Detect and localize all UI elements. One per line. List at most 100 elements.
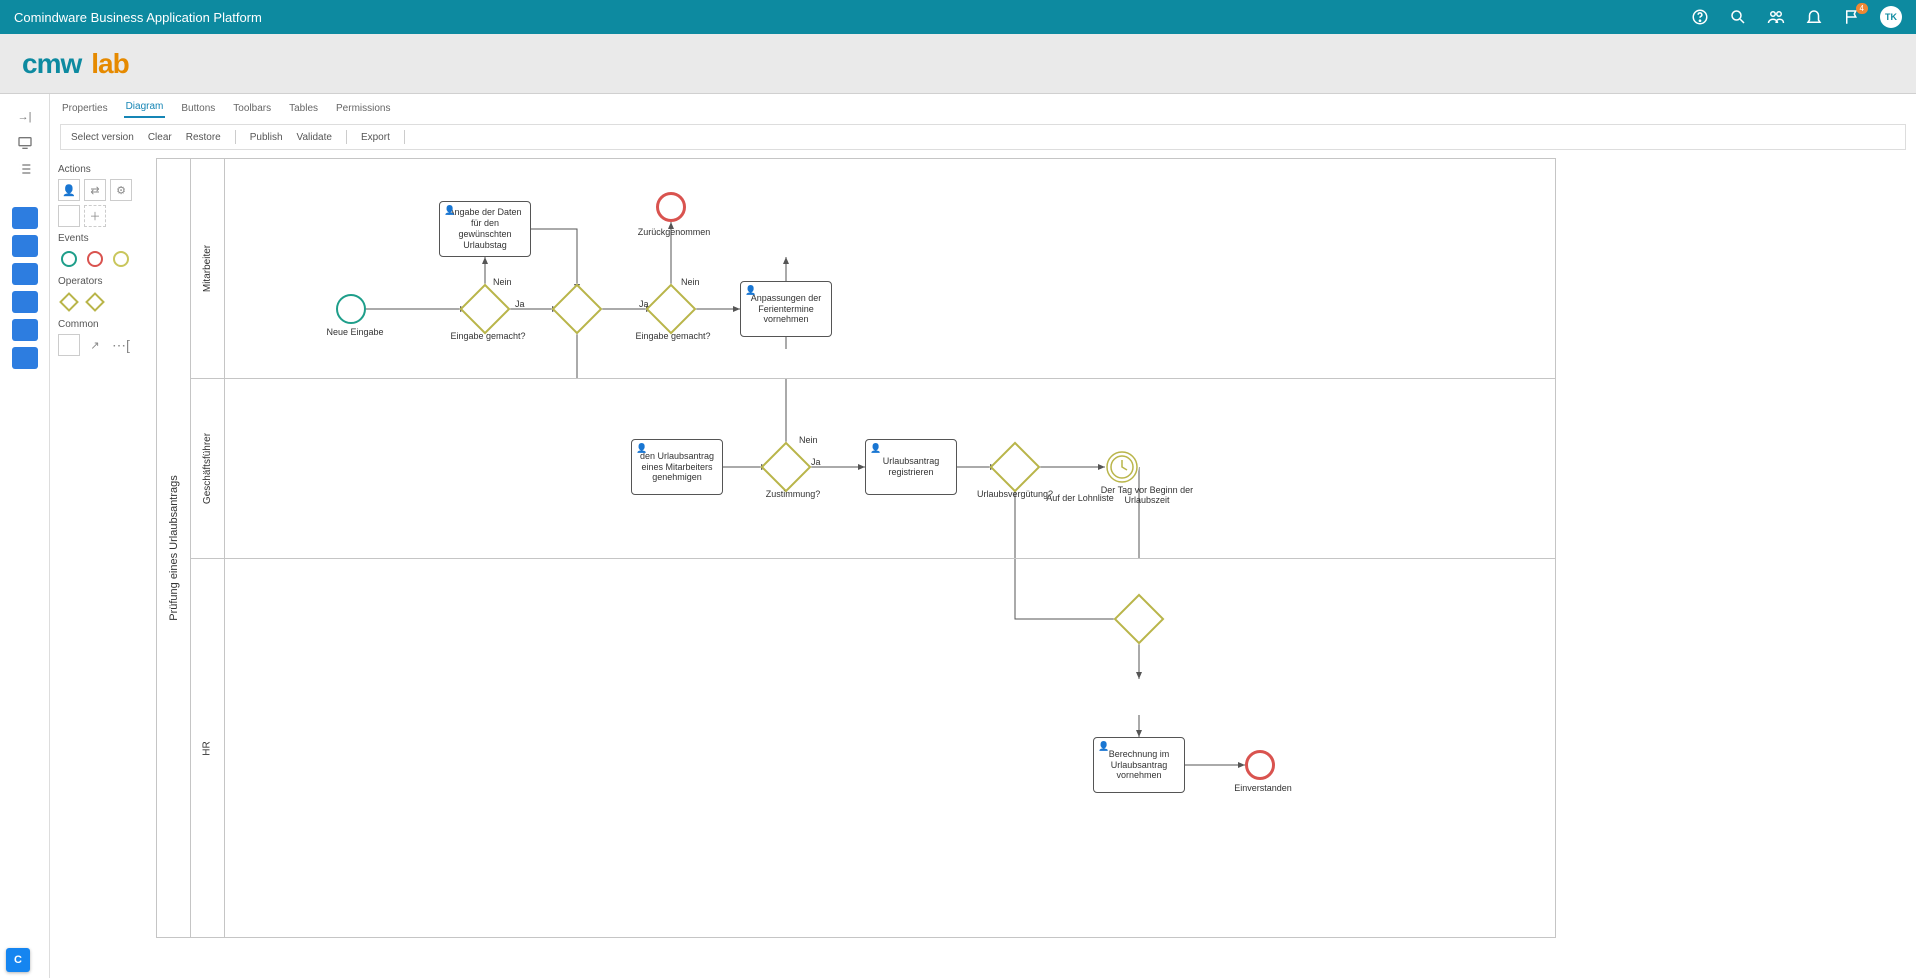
side-btn-1[interactable]	[12, 207, 38, 229]
logo-bar: cmw lab	[0, 34, 1916, 94]
canvas-scroll[interactable]: Prüfung eines Urlaubsantrags Mitarbeiter	[148, 150, 1916, 978]
timer-event[interactable]	[1105, 450, 1139, 484]
app-title: Comindware Business Application Platform	[14, 10, 1690, 25]
collapse-icon[interactable]: →|	[11, 106, 39, 128]
palette-service-task-icon[interactable]: ⚙	[110, 179, 132, 201]
user-icon: 👤	[636, 443, 647, 454]
palette-add-icon[interactable]: ＋	[84, 205, 106, 227]
user-icon: 👤	[745, 285, 756, 296]
flag-icon[interactable]: 4	[1842, 7, 1862, 27]
palette-script-task-icon[interactable]: ⇄	[84, 179, 106, 201]
user-avatar[interactable]: TK	[1880, 6, 1902, 28]
palette-pool-icon[interactable]: ⋯[	[110, 334, 132, 356]
palette-gateway-icon[interactable]	[58, 291, 80, 313]
tb-publish[interactable]: Publish	[250, 132, 283, 143]
tab-buttons[interactable]: Buttons	[179, 99, 217, 118]
tab-tables[interactable]: Tables	[287, 99, 320, 118]
side-btn-2[interactable]	[12, 235, 38, 257]
palette-group-events: Events	[58, 233, 140, 244]
logo-part1: cmw	[22, 48, 81, 80]
palette-lane-icon[interactable]	[58, 334, 80, 356]
app-launcher-icon[interactable]: C	[6, 948, 30, 972]
gw-merge1[interactable]	[552, 284, 603, 335]
gw3-label: Eingabe gemacht?	[625, 331, 721, 341]
lane-label-2[interactable]: Geschäftsführer	[191, 379, 225, 558]
logo-part2: lab	[91, 48, 128, 80]
tb-clear[interactable]: Clear	[148, 132, 172, 143]
palette-start-event-icon[interactable]	[58, 248, 80, 270]
bell-icon[interactable]	[1804, 7, 1824, 27]
palette-group-actions: Actions	[58, 164, 140, 175]
gw-zust-label: Zustimmung?	[753, 489, 833, 499]
side-btn-4[interactable]	[12, 291, 38, 313]
tb-sep	[235, 130, 236, 144]
gw-merge-hr[interactable]	[1114, 594, 1165, 645]
user-icon: 👤	[870, 443, 881, 454]
end-zurueck[interactable]	[656, 192, 686, 222]
monitor-icon[interactable]	[11, 132, 39, 154]
gw-zustimmung[interactable]	[761, 442, 812, 493]
palette-flow-icon[interactable]: ↗	[84, 334, 106, 356]
search-icon[interactable]	[1728, 7, 1748, 27]
diagram-toolbar: Select version Clear Restore Publish Val…	[60, 124, 1906, 150]
bpmn-canvas[interactable]: Prüfung eines Urlaubsantrags Mitarbeiter	[156, 158, 1556, 938]
tb-export[interactable]: Export	[361, 132, 390, 143]
gw-eingabe1[interactable]	[460, 284, 511, 335]
topbar-icons: 4 TK	[1690, 6, 1902, 28]
tab-toolbars[interactable]: Toolbars	[231, 99, 273, 118]
start-event[interactable]	[336, 294, 366, 324]
tab-properties[interactable]: Properties	[60, 99, 110, 118]
gw-verguetung[interactable]	[990, 442, 1041, 493]
end-ok[interactable]	[1245, 750, 1275, 780]
task-angabe[interactable]: 👤Angabe der Daten für den gewünschten Ur…	[439, 201, 531, 257]
tb-restore[interactable]: Restore	[186, 132, 221, 143]
end-zurueck-label: Zurückgenommen	[629, 227, 719, 237]
gw-eingabe2[interactable]	[646, 284, 697, 335]
palette-group-operators: Operators	[58, 276, 140, 287]
tab-permissions[interactable]: Permissions	[334, 99, 392, 118]
gw1-label: Eingabe gemacht?	[443, 331, 533, 341]
end-ok-label: Einverstanden	[1223, 783, 1303, 793]
help-icon[interactable]	[1690, 7, 1710, 27]
gw1-no: Nein	[493, 277, 512, 287]
gw3-yes: Ja	[639, 299, 649, 309]
user-icon: 👤	[1098, 741, 1109, 752]
top-bar: Comindware Business Application Platform…	[0, 0, 1916, 34]
list-icon[interactable]	[11, 158, 39, 180]
palette-task-icon[interactable]	[58, 205, 80, 227]
lane-label-3[interactable]: HR	[191, 559, 225, 937]
palette-group-common: Common	[58, 319, 140, 330]
tb-validate[interactable]: Validate	[297, 132, 332, 143]
flows-lane3	[225, 559, 1555, 937]
palette-user-task-icon[interactable]: 👤	[58, 179, 80, 201]
gw1-yes: Ja	[515, 299, 525, 309]
side-btn-6[interactable]	[12, 347, 38, 369]
tb-sep	[346, 130, 347, 144]
users-icon[interactable]	[1766, 7, 1786, 27]
palette-timer-event-icon[interactable]	[110, 248, 132, 270]
palette-end-event-icon[interactable]	[84, 248, 106, 270]
flows-lane1	[225, 159, 1555, 378]
side-btn-5[interactable]	[12, 319, 38, 341]
element-palette: Actions 👤 ⇄ ⚙ ＋ Events Operators	[50, 150, 148, 978]
lane-mitarbeiter[interactable]: Mitarbeiter	[191, 159, 1555, 379]
timer-label: Der Tag vor Beginn der Urlaubszeit	[1087, 485, 1207, 505]
gw-zust-yes: Ja	[811, 457, 821, 467]
pool-label[interactable]: Prüfung eines Urlaubsantrags	[157, 159, 191, 937]
task-genehm[interactable]: 👤den Urlaubsantrag eines Mitarbeiters ge…	[631, 439, 723, 495]
left-rail: →|	[0, 94, 50, 978]
tab-diagram[interactable]: Diagram	[124, 97, 166, 118]
task-registrieren[interactable]: 👤Urlaubsantrag registrieren	[865, 439, 957, 495]
notif-badge: 4	[1856, 3, 1868, 14]
tb-select-version[interactable]: Select version	[71, 132, 134, 143]
task-anpass[interactable]: 👤Anpassungen der Ferientermine vornehmen	[740, 281, 832, 337]
lane-hr[interactable]: HR 👤Berechnung im Urlaubsantrag vornehme…	[191, 559, 1555, 937]
task-berechnung[interactable]: 👤Berechnung im Urlaubsantrag vornehmen	[1093, 737, 1185, 793]
start-label: Neue Eingabe	[315, 327, 395, 337]
lane-label-1[interactable]: Mitarbeiter	[191, 159, 225, 378]
lane-gfuehrer[interactable]: Geschäftsführer 👤den Ur	[191, 379, 1555, 559]
tb-sep	[404, 130, 405, 144]
palette-gateway-plus-icon[interactable]	[84, 291, 106, 313]
side-btn-3[interactable]	[12, 263, 38, 285]
tab-bar: Properties Diagram Buttons Toolbars Tabl…	[50, 94, 1916, 118]
